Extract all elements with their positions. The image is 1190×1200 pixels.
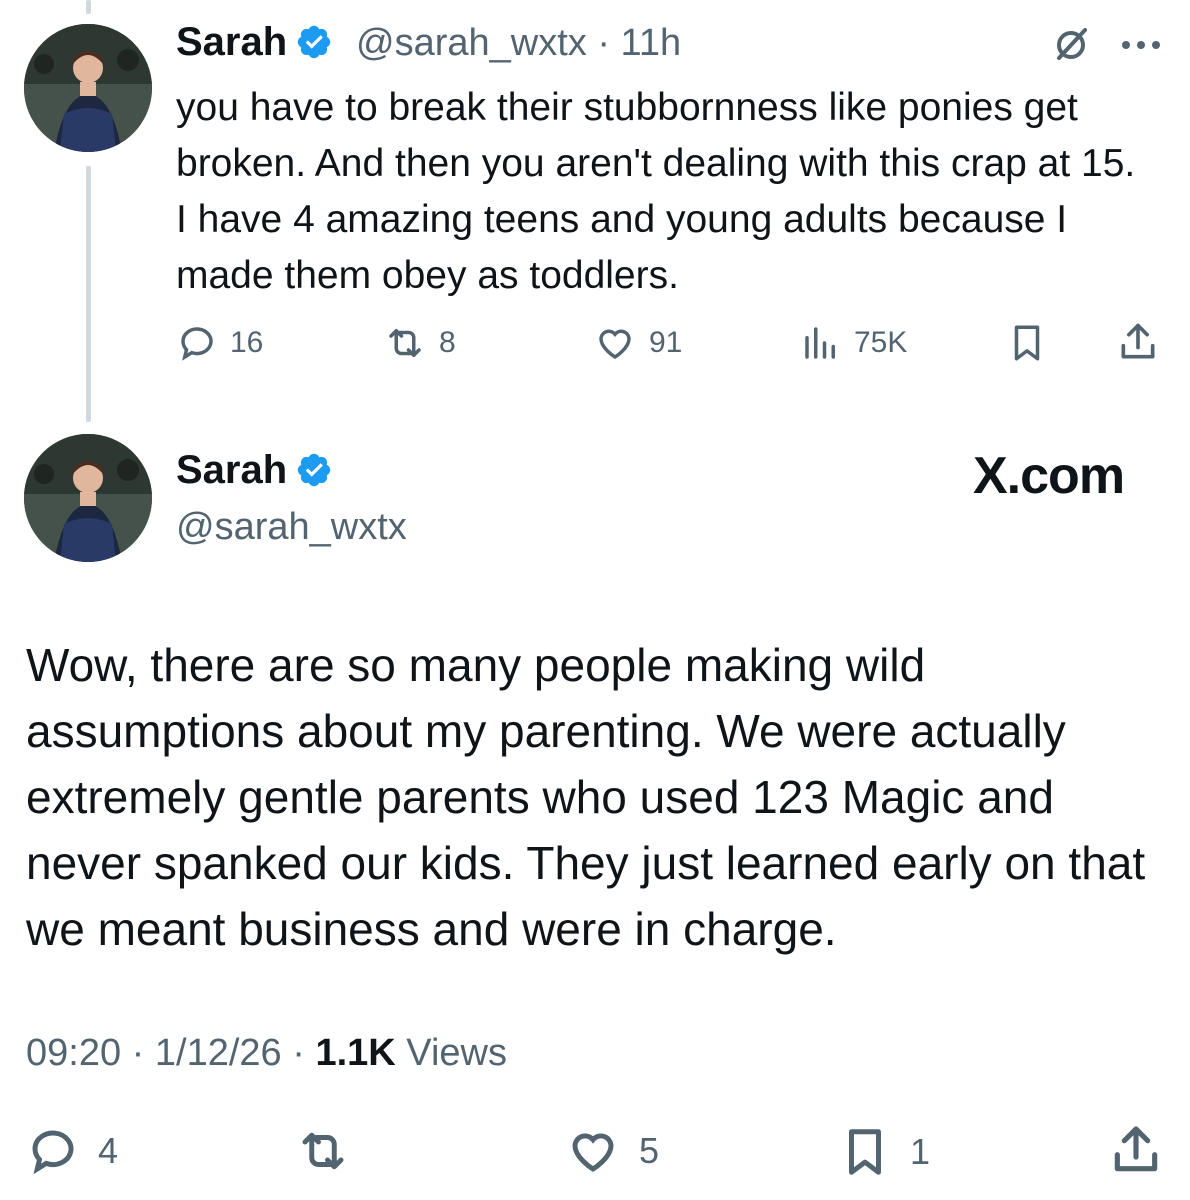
verified-badge-icon <box>297 453 331 487</box>
share-button[interactable] <box>1108 1122 1164 1178</box>
grok-icon[interactable] <box>1051 24 1091 64</box>
share-icon <box>1121 323 1155 359</box>
repost-button[interactable]: 8 <box>383 322 456 364</box>
bookmark-icon <box>1014 325 1040 361</box>
reply-button[interactable]: 16 <box>176 322 263 364</box>
more-icon[interactable] <box>1120 38 1162 50</box>
views-count: 75K <box>854 326 908 359</box>
bookmark-count: 1 <box>910 1131 931 1172</box>
bookmark-icon <box>849 1129 881 1175</box>
like-icon <box>572 1133 614 1172</box>
reply-count: 16 <box>230 326 264 359</box>
like-count: 91 <box>649 326 683 359</box>
author-handle[interactable]: @sarah_wxtx <box>176 506 407 548</box>
author-name-row: Sarah <box>176 448 333 493</box>
reply-text: you have to break their stubbornness lik… <box>176 86 1136 297</box>
like-count: 5 <box>639 1130 660 1171</box>
thread-line-top <box>86 0 91 14</box>
bookmark-button[interactable] <box>1006 322 1048 364</box>
avatar[interactable] <box>24 434 152 562</box>
repost-count: 8 <box>439 326 456 359</box>
author-name[interactable]: Sarah <box>176 20 287 64</box>
tweet-timestamp[interactable]: 09:20 · 1/12/26 · 1.1K Views <box>26 1032 507 1075</box>
meta-separator: · <box>597 22 610 64</box>
author-handle-row: @sarah_wxtx <box>176 506 407 549</box>
like-icon <box>599 329 631 360</box>
tweet-date: 1/12/26 <box>154 1032 282 1074</box>
share-icon <box>1114 1126 1158 1172</box>
like-button[interactable]: 5 <box>565 1124 659 1178</box>
share-button[interactable] <box>1116 320 1160 364</box>
reply-meta: @sarah_wxtx · 11h <box>356 22 681 65</box>
views-icon <box>805 327 835 359</box>
views-count: 1.1K <box>315 1032 396 1074</box>
repost-icon <box>302 1132 344 1170</box>
x-logo: X.com <box>973 446 1125 506</box>
author-handle[interactable]: @sarah_wxtx <box>356 22 587 64</box>
reply-icon <box>181 327 213 361</box>
tweet-text: Wow, there are so many people making wil… <box>26 639 1146 955</box>
bookmark-button[interactable]: 1 <box>838 1124 930 1180</box>
repost-icon <box>389 329 421 357</box>
views-button[interactable]: 75K <box>800 322 907 364</box>
reply-count: 4 <box>98 1130 119 1171</box>
verified-badge-icon <box>297 25 331 59</box>
repost-button[interactable] <box>294 1124 352 1178</box>
thread-line <box>86 166 91 422</box>
like-button[interactable]: 91 <box>593 322 682 364</box>
tweet-time: 09:20 <box>26 1032 122 1074</box>
author-name-row: Sarah <box>176 20 333 65</box>
avatar[interactable] <box>24 24 152 152</box>
reply-button[interactable]: 4 <box>26 1124 118 1178</box>
author-name[interactable]: Sarah <box>176 448 287 492</box>
brand-text: X.com <box>973 447 1125 505</box>
views-label: Views <box>406 1032 507 1074</box>
time-ago[interactable]: 11h <box>621 22 682 64</box>
reply-icon <box>32 1130 74 1175</box>
